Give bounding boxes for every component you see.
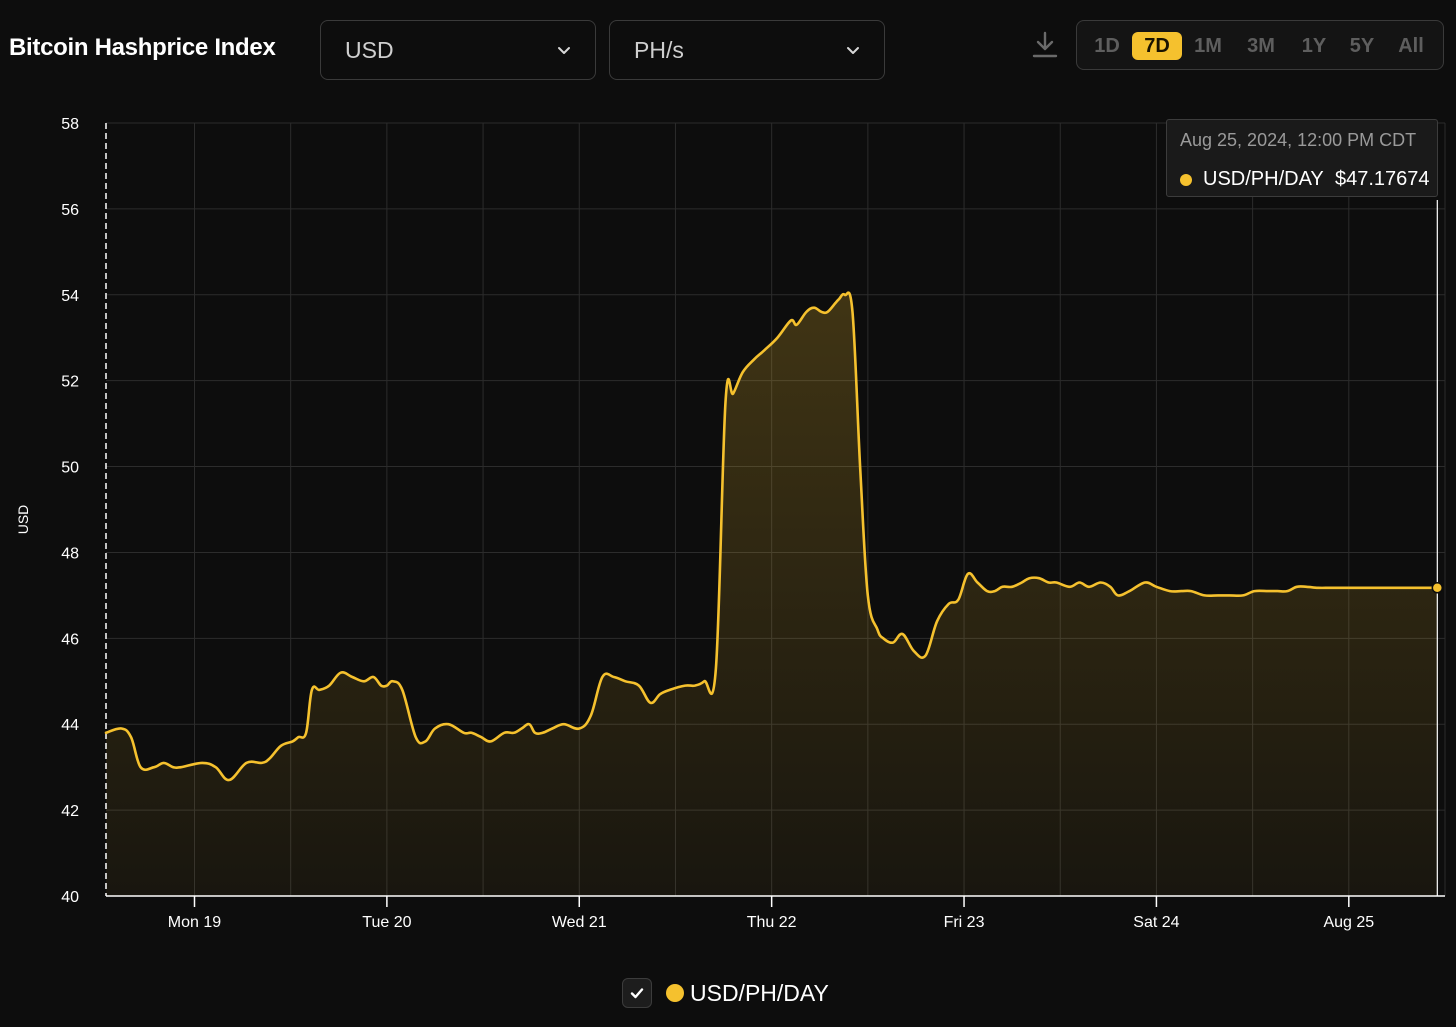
- download-icon[interactable]: [1032, 30, 1058, 60]
- checkmark-icon: [630, 988, 644, 999]
- tooltip-series-value: $47.17674: [1335, 168, 1430, 190]
- range-button-1m[interactable]: 1M: [1189, 32, 1227, 60]
- x-tick-label: Mon 19: [168, 914, 221, 931]
- x-tick-label: Fri 23: [944, 914, 985, 931]
- y-tick-label: 58: [61, 116, 79, 133]
- chevron-down-icon: [847, 47, 859, 54]
- y-tick-label: 56: [61, 202, 79, 219]
- legend-checkbox[interactable]: [622, 978, 652, 1008]
- tooltip-series-label: USD/PH/DAY: [1203, 168, 1324, 190]
- x-tick-label: Wed 21: [552, 914, 607, 931]
- y-axis-label: USD: [15, 505, 31, 535]
- x-tick-label: Aug 25: [1323, 914, 1374, 931]
- range-button-3m[interactable]: 3M: [1241, 32, 1281, 60]
- range-button-all[interactable]: All: [1393, 32, 1429, 60]
- currency-select-value: USD: [345, 36, 394, 63]
- range-button-1d[interactable]: 1D: [1089, 32, 1125, 60]
- series-area-usd-ph-day: [106, 292, 1438, 896]
- tooltip-date: Aug 25, 2024, 12:00 PM CDT: [1180, 130, 1417, 150]
- range-button-7d[interactable]: 7D: [1132, 32, 1182, 60]
- legend-label: USD/PH/DAY: [690, 979, 829, 1006]
- chevron-down-icon: [558, 47, 570, 54]
- y-tick-label: 46: [61, 631, 79, 648]
- range-button-5y[interactable]: 5Y: [1344, 32, 1380, 60]
- hashprice-chart[interactable]: 40 42 44 46 48 50 52 54 56 58 Mon 19 Tue 20 Wed 21 Th…: [0, 100, 1456, 950]
- y-tick-label: 44: [61, 717, 79, 734]
- y-tick-label: 50: [61, 460, 79, 477]
- y-tick-label: 54: [61, 288, 79, 305]
- unit-select[interactable]: PH/s: [609, 20, 885, 80]
- legend-color-dot: [666, 984, 684, 1002]
- tooltip-series-dot: [1180, 174, 1192, 186]
- x-tick-label: Tue 20: [362, 914, 411, 931]
- y-tick-label: 42: [61, 803, 79, 820]
- time-range-selector: 1D 7D 1M 3M 1Y 5Y All: [1076, 20, 1444, 70]
- y-tick-label: 48: [61, 545, 79, 562]
- hover-point-marker: [1431, 582, 1444, 594]
- area-fill: [106, 292, 1438, 896]
- legend-item-usd-ph-day[interactable]: USD/PH/DAY: [622, 976, 829, 1010]
- x-tick-label: Sat 24: [1133, 914, 1179, 931]
- currency-select[interactable]: USD: [320, 20, 596, 80]
- unit-select-value: PH/s: [634, 36, 684, 63]
- y-tick-label: 52: [61, 374, 79, 391]
- page-title: Bitcoin Hashprice Index: [9, 34, 276, 61]
- x-tick-label: Thu 22: [747, 914, 797, 931]
- range-button-1y[interactable]: 1Y: [1297, 32, 1331, 60]
- chart-tooltip: Aug 25, 2024, 12:00 PM CDT USD/PH/DAY $4…: [1166, 119, 1438, 197]
- y-tick-label: 40: [61, 889, 79, 906]
